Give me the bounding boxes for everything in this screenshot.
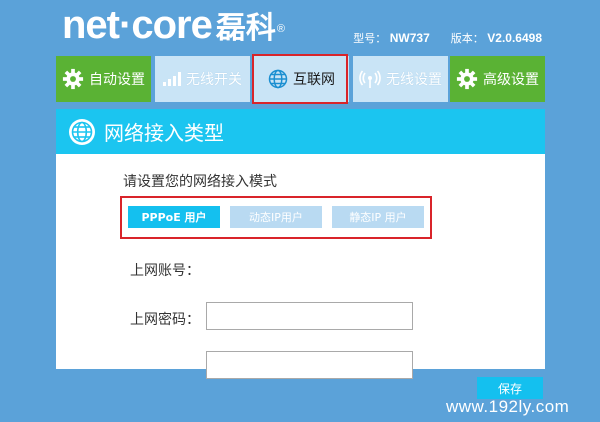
- tab-auto-setup-label: 自动设置: [89, 72, 145, 88]
- panel-body: 请设置您的网络接入模式 上网账号： 上网密码：: [56, 154, 545, 379]
- watermark: www.192ly.com: [446, 397, 570, 416]
- save-button[interactable]: 保存: [477, 377, 543, 399]
- tab-wireless-settings-label: 无线设置: [386, 72, 442, 88]
- tab-wireless-settings[interactable]: 无线设置: [353, 56, 448, 102]
- tab-advanced-settings-label: 高级设置: [483, 72, 539, 88]
- netcore-logo: net·core 磊科®: [62, 3, 285, 47]
- tab-wireless-switch-label: 无线开关: [186, 72, 242, 88]
- registered-mark: ®: [276, 23, 285, 35]
- panel-header: 网络接入类型: [56, 109, 545, 154]
- version-label: 版本：: [450, 32, 484, 45]
- access-mode-prompt: 请设置您的网络接入模式: [123, 174, 277, 190]
- password-input[interactable]: [206, 351, 413, 379]
- static-ip-mode-button[interactable]: 静态IP 用户: [332, 206, 424, 228]
- panel-title: 网络接入类型: [104, 121, 224, 145]
- dynamic-ip-mode-button[interactable]: 动态IP用户: [230, 206, 322, 228]
- wireless-icon: [359, 70, 381, 88]
- logo-text-cn: 磊科: [215, 11, 276, 46]
- pppoe-mode-button[interactable]: PPPoE 用户: [128, 206, 220, 228]
- highlight-frame-internet-tab: [252, 54, 348, 104]
- password-label: 上网密码：: [130, 312, 200, 328]
- tab-auto-setup[interactable]: 自动设置: [56, 56, 151, 102]
- tab-advanced-settings[interactable]: 高级设置: [450, 56, 545, 102]
- account-label: 上网账号：: [130, 263, 200, 279]
- network-access-panel: 网络接入类型 请设置您的网络接入模式 上网账号： 上网密码：: [56, 109, 545, 379]
- logo-text-left: net: [62, 3, 120, 47]
- model-label: 型号：: [353, 32, 387, 45]
- tab-wireless-switch[interactable]: 无线开关: [155, 56, 250, 102]
- gear-icon: [456, 68, 478, 90]
- logo-text-right: core: [131, 3, 212, 47]
- globe-icon: [68, 118, 96, 146]
- model-info: 型号： NW737 版本： V2.0.6498: [353, 30, 542, 46]
- version-value: V2.0.6498: [487, 31, 542, 45]
- gear-icon: [62, 68, 84, 90]
- model-value: NW737: [389, 31, 430, 45]
- signal-bars-icon: [163, 72, 181, 86]
- account-input[interactable]: [206, 302, 413, 330]
